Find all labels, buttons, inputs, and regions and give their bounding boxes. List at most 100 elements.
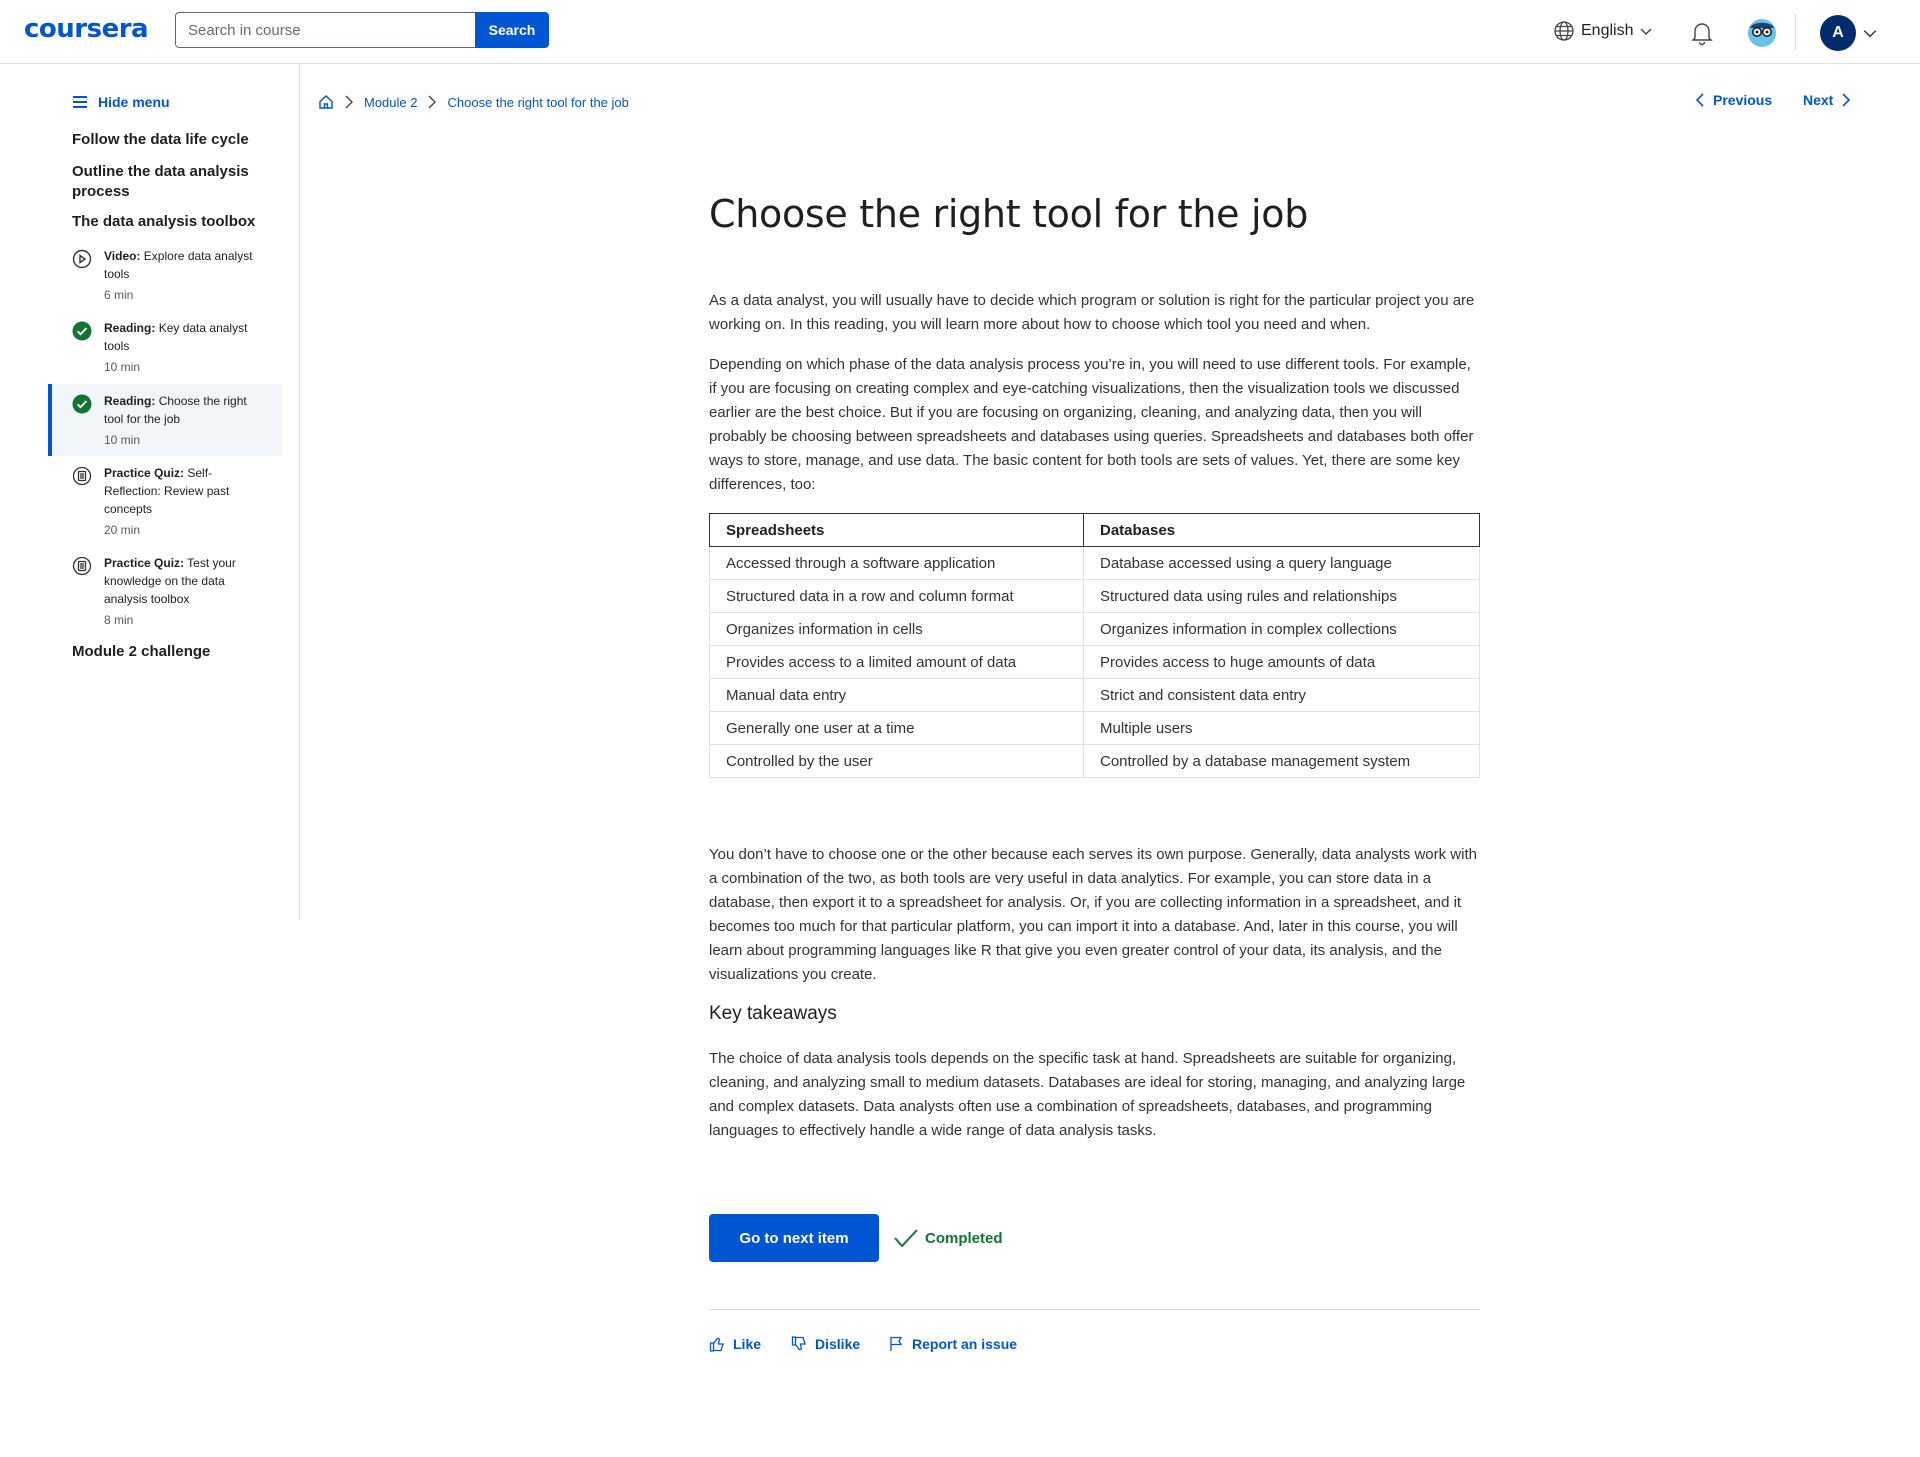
thumbs-down-icon bbox=[791, 1336, 807, 1352]
table-row: Provides access to a limited amount of d… bbox=[709, 645, 1480, 679]
table-cell: Accessed through a software application bbox=[709, 546, 1084, 580]
table-cell: Structured data using rules and relation… bbox=[1083, 579, 1480, 613]
page-title: Choose the right tool for the job bbox=[709, 192, 1309, 236]
intro-paragraph: As a data analyst, you will usually have… bbox=[709, 292, 1475, 333]
next-label: Next bbox=[1803, 92, 1834, 108]
learning-assistant-icon[interactable] bbox=[1746, 16, 1778, 48]
previous-label: Previous bbox=[1713, 92, 1773, 108]
avatar: A bbox=[1820, 15, 1856, 51]
hide-menu-button[interactable]: Hide menu bbox=[72, 94, 170, 110]
item-duration: 20 min bbox=[104, 523, 141, 537]
dislike-label: Dislike bbox=[815, 1336, 861, 1352]
table-row: Generally one user at a time Multiple us… bbox=[709, 711, 1480, 745]
sidebar-item-reading-choose-tool[interactable]: Reading: Choose the right tool for the j… bbox=[48, 384, 282, 456]
chevron-right-icon bbox=[1841, 93, 1851, 107]
item-type: Reading: bbox=[104, 394, 156, 408]
sidebar-item-video-explore-tools[interactable]: Video: Explore data analyst tools 6 min bbox=[48, 247, 282, 307]
item-type: Reading: bbox=[104, 321, 156, 335]
quiz-icon bbox=[72, 556, 92, 576]
table-cell: Controlled by the user bbox=[709, 744, 1084, 778]
table-cell: Strict and consistent data entry bbox=[1083, 678, 1480, 712]
table-cell: Provides access to a limited amount of d… bbox=[709, 645, 1084, 679]
tools-paragraph: Depending on which phase of the data ana… bbox=[709, 356, 1474, 493]
item-duration: 10 min bbox=[104, 433, 141, 447]
globe-icon bbox=[1553, 20, 1575, 42]
sidebar-item-quiz-test-knowledge[interactable]: Practice Quiz: Test your knowledge on th… bbox=[48, 554, 282, 632]
sidebar-section-analysis-process[interactable]: Outline the data analysis process bbox=[72, 162, 272, 202]
comparison-table: Spreadsheets Databases Accessed through … bbox=[709, 513, 1480, 778]
go-to-next-item-button[interactable]: Go to next item bbox=[709, 1214, 879, 1262]
top-header: coursera Search English A bbox=[0, 0, 1920, 64]
dislike-button[interactable]: Dislike bbox=[791, 1336, 860, 1352]
table-cell: Provides access to huge amounts of data bbox=[1083, 645, 1480, 679]
table-cell: Structured data in a row and column form… bbox=[709, 579, 1084, 613]
quiz-icon bbox=[72, 466, 92, 486]
checkmark-icon bbox=[893, 1227, 919, 1249]
table-header-spreadsheets: Spreadsheets bbox=[709, 513, 1084, 547]
flag-icon bbox=[888, 1336, 904, 1352]
completed-label: Completed bbox=[925, 1229, 1003, 1247]
next-button[interactable]: Next bbox=[1803, 92, 1851, 108]
notifications-bell-icon[interactable] bbox=[1690, 20, 1714, 46]
report-issue-label: Report an issue bbox=[912, 1336, 1018, 1352]
sidebar-item-text: Reading: Key data analyst tools 10 min bbox=[104, 319, 264, 376]
search-button[interactable]: Search bbox=[475, 12, 549, 48]
course-search: Search bbox=[175, 12, 549, 48]
content-divider bbox=[709, 1309, 1480, 1310]
table-row: Organizes information in cells Organizes… bbox=[709, 612, 1480, 646]
sidebar-section-module-challenge[interactable]: Module 2 challenge bbox=[72, 642, 272, 662]
completed-status: Completed bbox=[893, 1227, 1003, 1249]
item-duration: 10 min bbox=[104, 360, 141, 374]
play-icon bbox=[72, 249, 92, 269]
coursera-logo[interactable]: coursera bbox=[24, 14, 149, 44]
breadcrumb-current[interactable]: Choose the right tool for the job bbox=[447, 95, 628, 110]
check-circle-icon bbox=[72, 394, 92, 414]
thumbs-up-icon bbox=[709, 1336, 725, 1352]
home-icon[interactable] bbox=[318, 94, 334, 110]
course-sidebar: Hide menu Follow the data life cycle Out… bbox=[0, 64, 300, 920]
user-menu[interactable]: A bbox=[1820, 15, 1878, 51]
sidebar-item-reading-key-tools[interactable]: Reading: Key data analyst tools 10 min bbox=[48, 319, 282, 379]
item-type: Video: bbox=[104, 249, 141, 263]
combination-paragraph: You don’t have to choose one or the othe… bbox=[709, 846, 1477, 983]
table-row: Controlled by the user Controlled by a d… bbox=[709, 744, 1480, 778]
table-cell: Multiple users bbox=[1083, 711, 1480, 745]
sidebar-section-analysis-toolbox[interactable]: The data analysis toolbox bbox=[72, 212, 272, 232]
breadcrumb: Module 2 Choose the right tool for the j… bbox=[318, 94, 629, 110]
sidebar-item-text: Reading: Choose the right tool for the j… bbox=[104, 392, 264, 449]
item-type: Practice Quiz: bbox=[104, 466, 185, 480]
item-duration: 8 min bbox=[104, 613, 134, 627]
table-cell: Database accessed using a query language bbox=[1083, 546, 1480, 580]
sidebar-item-text: Practice Quiz: Self-Reflection: Review p… bbox=[104, 464, 264, 539]
table-row: Manual data entry Strict and consistent … bbox=[709, 678, 1480, 712]
chevron-left-icon bbox=[1695, 93, 1705, 107]
previous-button[interactable]: Previous bbox=[1695, 92, 1772, 108]
header-divider bbox=[1795, 14, 1796, 50]
breadcrumb-module-link[interactable]: Module 2 bbox=[364, 95, 417, 110]
chevron-down-icon bbox=[1639, 24, 1653, 38]
chevron-down-icon bbox=[1862, 25, 1878, 41]
table-cell: Organizes information in complex collect… bbox=[1083, 612, 1480, 646]
sidebar-section-data-life-cycle[interactable]: Follow the data life cycle bbox=[72, 130, 272, 150]
item-duration: 6 min bbox=[104, 288, 134, 302]
chevron-right-icon bbox=[344, 95, 354, 109]
language-label: English bbox=[1581, 22, 1634, 39]
search-input[interactable] bbox=[175, 12, 475, 48]
item-type: Practice Quiz: bbox=[104, 556, 185, 570]
hide-menu-label: Hide menu bbox=[98, 94, 170, 110]
like-label: Like bbox=[733, 1336, 762, 1352]
chevron-right-icon bbox=[427, 95, 437, 109]
language-selector[interactable]: English bbox=[1553, 20, 1653, 42]
like-button[interactable]: Like bbox=[709, 1336, 761, 1352]
sidebar-item-text: Practice Quiz: Test your knowledge on th… bbox=[104, 554, 264, 629]
table-cell: Generally one user at a time bbox=[709, 711, 1084, 745]
hamburger-menu-icon bbox=[72, 95, 88, 109]
key-takeaways-heading: Key takeaways bbox=[709, 1003, 837, 1024]
reading-content: Choose the right tool for the job bbox=[709, 190, 1479, 238]
table-row: Accessed through a software application … bbox=[709, 546, 1480, 580]
sidebar-item-quiz-self-reflection[interactable]: Practice Quiz: Self-Reflection: Review p… bbox=[48, 464, 282, 542]
table-header-databases: Databases bbox=[1083, 513, 1480, 547]
check-circle-icon bbox=[72, 321, 92, 341]
table-row: Structured data in a row and column form… bbox=[709, 579, 1480, 613]
report-issue-button[interactable]: Report an issue bbox=[888, 1336, 1017, 1352]
